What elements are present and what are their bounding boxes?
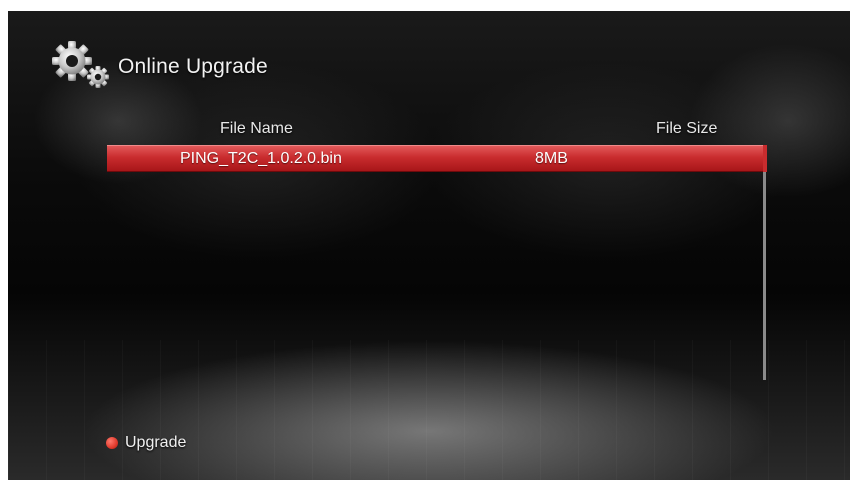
column-header-file-name: File Name: [220, 120, 293, 137]
file-name-cell: PING_T2C_1.0.2.0.bin: [180, 150, 342, 167]
scrollbar-thumb[interactable]: [763, 145, 767, 172]
scrollbar-track[interactable]: [763, 145, 766, 380]
red-button-icon: [106, 437, 118, 449]
gears-icon: [48, 39, 114, 91]
background-floor-texture: [8, 340, 850, 480]
file-size-cell: 8MB: [535, 150, 568, 167]
upgrade-hint-label: Upgrade: [125, 434, 187, 451]
upgrade-hint[interactable]: Upgrade: [106, 434, 186, 452]
page-title: Online Upgrade: [118, 55, 268, 78]
online-upgrade-screen: Online Upgrade File Name File Size PING_…: [8, 11, 850, 480]
column-header-file-size: File Size: [656, 120, 718, 137]
file-list-row-selected[interactable]: PING_T2C_1.0.2.0.bin 8MB: [107, 145, 763, 172]
